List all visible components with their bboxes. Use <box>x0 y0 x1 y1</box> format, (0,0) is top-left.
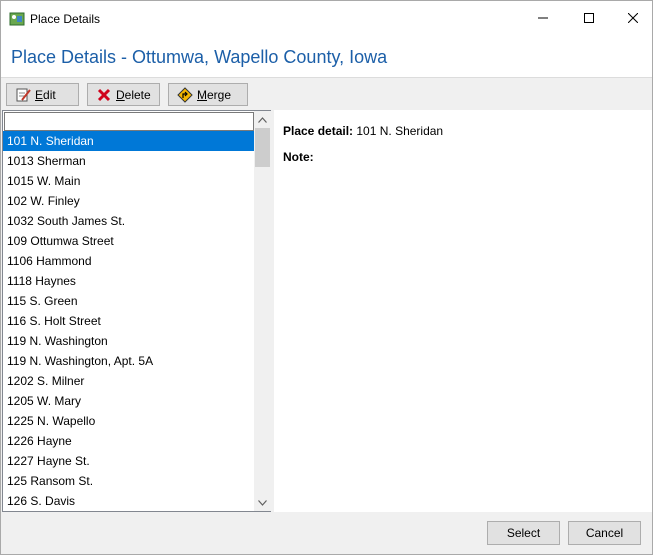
minimize-button[interactable] <box>520 1 566 35</box>
list-item[interactable]: 102 W. Finley <box>3 191 254 211</box>
list-item[interactable]: 116 S. Holt Street <box>3 311 254 331</box>
list-item[interactable]: 119 N. Washington, Apt. 5A <box>3 351 254 371</box>
list-item[interactable]: 1205 W. Mary <box>3 391 254 411</box>
list-item[interactable]: 109 Ottumwa Street <box>3 231 254 251</box>
delete-button[interactable]: Delete <box>87 83 160 106</box>
page-title: Place Details - Ottumwa, Wapello County,… <box>11 47 388 67</box>
place-detail-value: 101 N. Sheridan <box>356 124 444 138</box>
edit-icon <box>15 87 31 103</box>
note-row: Note: <box>283 150 314 164</box>
close-icon <box>628 13 638 23</box>
note-label: Note: <box>283 150 314 164</box>
merge-button-label: Merge <box>197 87 232 102</box>
list-item[interactable]: 1032 South James St. <box>3 211 254 231</box>
delete-icon <box>96 87 112 103</box>
scroll-thumb[interactable] <box>255 128 270 167</box>
list-item[interactable]: 1015 W. Main <box>3 171 254 191</box>
list-item[interactable]: 1227 Hayne St. <box>3 451 254 471</box>
scroll-down-button[interactable] <box>254 494 271 511</box>
list-item[interactable]: 1226 Hayne <box>3 431 254 451</box>
merge-button[interactable]: Merge <box>168 83 248 106</box>
list-item[interactable]: 119 N. Washington <box>3 331 254 351</box>
place-detail-label: Place detail: <box>283 124 354 138</box>
place-list[interactable]: 101 N. Sheridan 1013 Sherman 1015 W. Main 1… <box>3 131 254 511</box>
edit-button[interactable]: Edit <box>6 83 79 106</box>
title-bar[interactable]: Place Details <box>1 1 652 35</box>
place-details-window: Place Details Place Details - Ottumwa, W… <box>0 0 653 555</box>
list-item[interactable]: 1013 Sherman <box>3 151 254 171</box>
list-item[interactable]: 1202 S. Milner <box>3 371 254 391</box>
edit-button-label: Edit <box>35 87 56 102</box>
list-scrollbar[interactable] <box>254 111 271 511</box>
list-item[interactable]: 115 S. Green <box>3 291 254 311</box>
app-icon <box>9 11 25 27</box>
cancel-button[interactable]: Cancel <box>568 521 641 545</box>
place-search-input[interactable] <box>4 112 254 131</box>
scroll-up-button[interactable] <box>254 111 271 128</box>
list-item[interactable]: 101 N. Sheridan <box>3 131 254 151</box>
delete-button-label: Delete <box>116 87 151 102</box>
list-item[interactable]: 125 Ransom St. <box>3 471 254 491</box>
chevron-up-icon <box>258 116 267 123</box>
window-title: Place Details <box>30 12 101 26</box>
list-item[interactable]: 1106 Hammond <box>3 251 254 271</box>
close-button[interactable] <box>610 1 653 35</box>
detail-panel: Place detail: 101 N. Sheridan Note: <box>274 110 652 512</box>
minimize-icon <box>538 17 548 19</box>
list-item[interactable]: 1118 Haynes <box>3 271 254 291</box>
footer: Select Cancel <box>1 513 652 554</box>
place-detail-row: Place detail: 101 N. Sheridan <box>283 124 443 138</box>
merge-icon <box>177 86 193 103</box>
list-item[interactable]: 1225 N. Wapello <box>3 411 254 431</box>
select-button[interactable]: Select <box>487 521 560 545</box>
header: Place Details - Ottumwa, Wapello County,… <box>1 35 652 77</box>
list-item[interactable]: 126 S. Davis <box>3 491 254 511</box>
chevron-down-icon <box>258 499 267 506</box>
maximize-button[interactable] <box>566 1 612 35</box>
maximize-icon <box>584 13 594 23</box>
place-list-panel: 101 N. Sheridan 1013 Sherman 1015 W. Main 1… <box>2 110 271 512</box>
toolbar: Edit Delete Merge <box>1 77 652 109</box>
